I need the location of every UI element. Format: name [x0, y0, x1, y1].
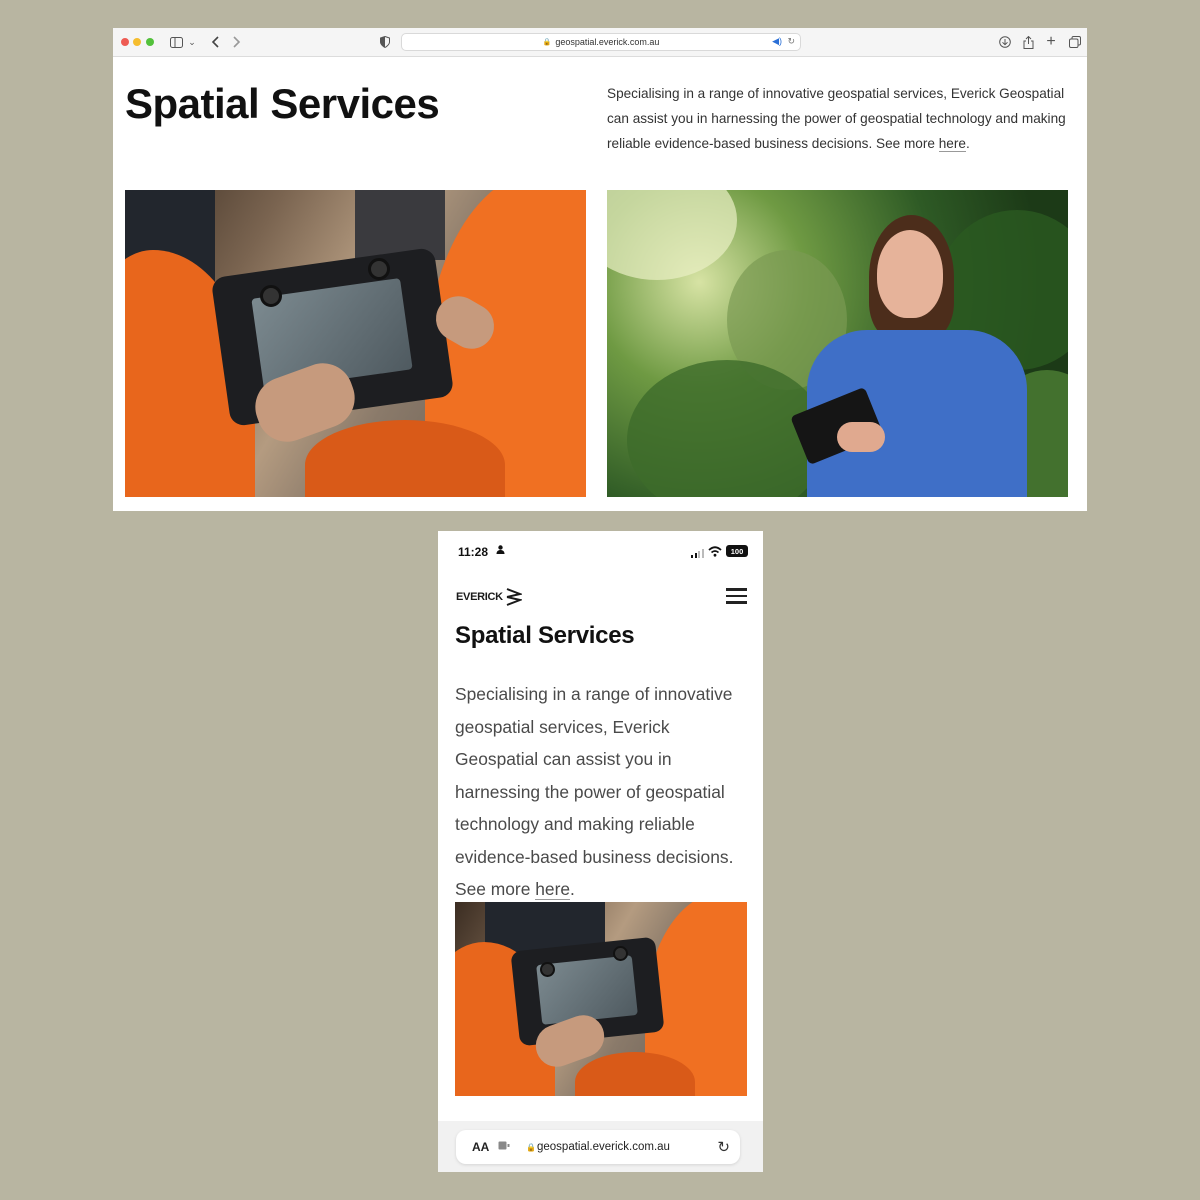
- wifi-icon: [708, 544, 722, 562]
- tabs-icon[interactable]: [1068, 32, 1082, 52]
- status-time: 11:28: [458, 545, 489, 559]
- url-text: geospatial.everick.com.au: [555, 37, 660, 47]
- reload-icon[interactable]: ↻: [787, 36, 795, 47]
- shield-icon[interactable]: [379, 32, 391, 52]
- see-more-link[interactable]: here: [535, 879, 571, 900]
- address-bar[interactable]: AA 🔒 geospatial.everick.com.au ↻: [456, 1130, 740, 1164]
- lock-icon: 🔒: [542, 39, 552, 46]
- audio-icon[interactable]: ◀): [772, 36, 782, 47]
- plus-icon[interactable]: +: [1044, 32, 1058, 52]
- drone-controller-photo: [455, 902, 747, 1096]
- mobile-phone-screen: 11:28 100 EVERICK Spatial Services Speci…: [438, 531, 763, 1172]
- sidebar-icon[interactable]: [169, 32, 183, 52]
- lock-icon: 🔒: [526, 1142, 536, 1152]
- chevron-down-icon[interactable]: ⌄: [187, 32, 197, 52]
- browser-toolbar: ⌄ 🔒 geospatial.everick.com.au ◀) ↻ +: [113, 28, 1087, 57]
- hamburger-menu-icon[interactable]: [726, 588, 747, 604]
- minimize-window-button[interactable]: [133, 38, 141, 46]
- close-window-button[interactable]: [121, 38, 129, 46]
- surveyor-with-tablet-photo: [607, 190, 1068, 497]
- text-size-button[interactable]: AA: [472, 1140, 489, 1154]
- forward-arrow-icon[interactable]: [231, 32, 243, 52]
- status-bar: 11:28 100: [438, 531, 763, 571]
- page-title: Spatial Services: [455, 622, 635, 649]
- everick-logo-mark: [506, 588, 522, 606]
- download-icon[interactable]: [998, 32, 1012, 52]
- cellular-signal-icon: [691, 548, 705, 558]
- maximize-window-button[interactable]: [146, 38, 154, 46]
- page-title: Spatial Services: [125, 80, 440, 127]
- reload-icon[interactable]: ↻: [717, 1138, 730, 1156]
- everick-logo[interactable]: EVERICK: [456, 587, 522, 607]
- back-arrow-icon[interactable]: [209, 32, 221, 52]
- address-bar[interactable]: 🔒 geospatial.everick.com.au ◀) ↻: [401, 33, 801, 51]
- person-icon: [496, 545, 505, 557]
- battery-indicator: 100: [726, 545, 748, 557]
- intro-paragraph: Specialising in a range of innovative ge…: [607, 86, 1066, 152]
- safari-bottom-bar: AA 🔒 geospatial.everick.com.au ↻: [438, 1121, 763, 1172]
- intro-paragraph: Specialising in a range of innovative ge…: [455, 684, 734, 900]
- desktop-browser-window: ⌄ 🔒 geospatial.everick.com.au ◀) ↻ + Spa…: [113, 28, 1087, 511]
- reader-mode-icon[interactable]: [498, 1141, 510, 1150]
- url-text: geospatial.everick.com.au: [537, 1141, 670, 1153]
- share-icon[interactable]: [1021, 32, 1035, 52]
- drone-controller-photo: [125, 190, 586, 497]
- see-more-link[interactable]: here: [938, 136, 966, 152]
